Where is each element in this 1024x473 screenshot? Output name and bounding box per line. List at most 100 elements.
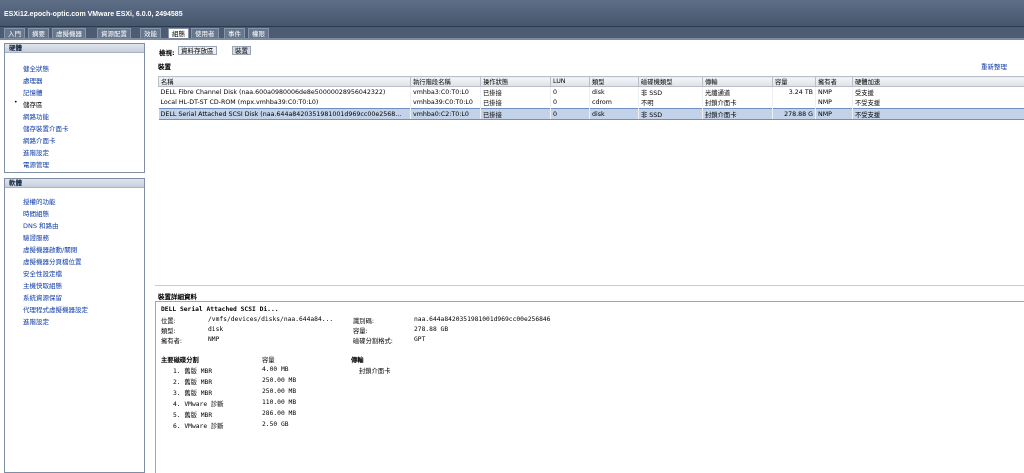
hardware-item-memory[interactable]: 記憶體: [23, 87, 43, 97]
tab-resource-allocation[interactable]: 資源配置: [97, 28, 131, 38]
partition-name: 2. 舊版 MBR: [173, 379, 213, 386]
tab-permissions[interactable]: 權限: [248, 28, 269, 38]
cell-operational-state: 已掛接: [480, 97, 551, 109]
hardware-item-networking[interactable]: 網路功能: [23, 111, 49, 121]
tab-virtual-machines[interactable]: 虛擬機器: [52, 28, 86, 38]
column-header-capacity[interactable]: 容量: [772, 76, 816, 87]
capacity-label: 容量:: [353, 328, 368, 335]
hardware-item-storage-adapters[interactable]: 儲存裝置介面卡: [23, 123, 69, 133]
table-row[interactable]: Local HL-DT-ST CD-ROM (mpx.vmhba39:C0:T0…: [158, 97, 1024, 109]
main-panel: 檢視: 資料存放區 裝置 裝置 重新整理 名稱 執行階段名稱 操作狀態 LUN …: [155, 43, 1024, 473]
partition-size: 4.00 MB: [262, 366, 289, 373]
cell-transport: 封鎖介面卡: [702, 108, 773, 120]
pane-divider[interactable]: [155, 285, 1024, 286]
hardware-item-processors[interactable]: 處理器: [23, 75, 43, 85]
tab-events[interactable]: 事件: [224, 28, 245, 38]
cell-type: disk: [589, 108, 639, 120]
cell-hardware-acceleration: 不受支援: [852, 108, 1024, 120]
cell-type: cdrom: [589, 97, 639, 109]
software-item-vm-swapfile-location[interactable]: 虛擬機器分頁檔位置: [23, 256, 82, 266]
cell-operational-state: 已掛接: [480, 108, 551, 120]
hardware-item-power-management[interactable]: 電源管理: [23, 159, 49, 169]
device-name: DELL Serial Attached SCSI Di...: [161, 306, 279, 313]
devices-heading: 裝置: [158, 63, 171, 71]
software-header: 軟體: [5, 179, 144, 188]
hardware-item-health-status[interactable]: 健全狀態: [23, 63, 49, 73]
software-item-time-configuration[interactable]: 時間組態: [23, 208, 49, 218]
software-item-licensed-features[interactable]: 授權的功能: [23, 196, 56, 206]
partition-name: 5. 舊版 MBR: [173, 412, 213, 419]
partition-format-value: GPT: [414, 336, 426, 343]
column-header-type[interactable]: 類型: [589, 76, 639, 87]
table-header-row: 名稱 執行階段名稱 操作狀態 LUN 類型 磁碟機類型 傳輸 容量 擁有者 硬體…: [158, 76, 1024, 87]
cell-runtime-name: vmhba39:C0:T0:L0: [410, 97, 481, 109]
hardware-item-advanced-settings[interactable]: 進階設定: [23, 147, 49, 157]
cell-transport: 光纖通道: [702, 86, 773, 98]
tab-strip-line: [0, 38, 1024, 40]
tab-users[interactable]: 使用者: [191, 28, 219, 38]
location-value: /vmfs/devices/disks/naa.644a84...: [208, 316, 334, 323]
column-header-owner[interactable]: 擁有者: [815, 76, 853, 87]
software-item-authentication-services[interactable]: 驗證服務: [23, 232, 49, 242]
hardware-item-network-adapters[interactable]: 網路介面卡: [23, 135, 56, 145]
cell-hardware-acceleration: 不受支援: [852, 97, 1024, 109]
column-header-runtime-name[interactable]: 執行階段名稱: [410, 76, 481, 87]
cell-drive-type: 非 SSD: [638, 108, 703, 120]
partition-name: 4. VMware 診斷: [173, 401, 224, 408]
view-datastores-button[interactable]: 資料存放區: [178, 46, 217, 55]
view-devices-button[interactable]: 裝置: [232, 46, 251, 55]
column-header-operational-state[interactable]: 操作狀態: [480, 76, 551, 87]
cell-owner: NMP: [815, 97, 853, 109]
partition-capacity-heading: 容量: [262, 357, 275, 364]
partition-size: 286.00 MB: [262, 410, 297, 417]
partition-size: 110.00 MB: [262, 399, 297, 406]
software-item-system-resource-reservation[interactable]: 系統資源保留: [23, 292, 62, 302]
column-header-hardware-acceleration[interactable]: 硬體加速: [852, 76, 1024, 87]
cell-lun: 0: [550, 108, 590, 120]
cell-drive-type: 非 SSD: [638, 86, 703, 98]
tab-bar: 入門 摘要 虛擬機器 資源配置 效能 組態 使用者 事件 權限: [0, 27, 1024, 38]
partition-name: 3. 舊版 MBR: [173, 390, 213, 397]
owner-label: 擁有者:: [161, 338, 183, 345]
software-item-host-cache-configuration[interactable]: 主機快取組態: [23, 280, 62, 290]
column-header-drive-type[interactable]: 磁碟機類型: [638, 76, 703, 87]
cell-owner: NMP: [815, 108, 853, 120]
software-item-vm-startup-shutdown[interactable]: 虛擬機器啟動/關閉: [23, 244, 77, 254]
transport-heading: 傳輸: [351, 357, 364, 364]
software-section: 軟體 授權的功能 時間組態 DNS 和路由 驗證服務 虛擬機器啟動/關閉 虛擬機…: [4, 178, 145, 473]
transport-value: 封鎖介面卡: [359, 368, 391, 375]
cell-capacity: 278.88 G: [772, 108, 816, 120]
cell-hardware-acceleration: 受支援: [852, 86, 1024, 98]
table-row-selected[interactable]: DELL Serial Attached SCSI Disk (naa.644a…: [158, 108, 1024, 120]
cell-operational-state: 已掛接: [480, 86, 551, 98]
devices-table: 名稱 執行階段名稱 操作狀態 LUN 類型 磁碟機類型 傳輸 容量 擁有者 硬體…: [158, 76, 1024, 120]
software-item-agent-vm-settings[interactable]: 代理程式虛擬機器設定: [23, 304, 88, 314]
column-header-transport[interactable]: 傳輸: [702, 76, 773, 87]
software-item-dns-routing[interactable]: DNS 和路由: [23, 220, 59, 230]
table-row[interactable]: DELL Fibre Channel Disk (naa.600a0980006…: [158, 86, 1024, 98]
tab-summary[interactable]: 摘要: [28, 28, 49, 38]
current-item-bullet: •: [14, 99, 18, 106]
partition-size: 250.00 MB: [262, 377, 297, 384]
device-details-heading: 裝置詳細資料: [158, 293, 197, 301]
column-header-lun[interactable]: LUN: [550, 76, 590, 87]
hardware-item-storage[interactable]: 儲存區: [23, 99, 43, 109]
device-details-panel: DELL Serial Attached SCSI Di... 位置: /vmf…: [155, 301, 1024, 473]
software-item-security-profile[interactable]: 安全性設定檔: [23, 268, 62, 278]
cell-name: DELL Fibre Channel Disk (naa.600a0980006…: [158, 86, 411, 98]
tab-configuration[interactable]: 組態: [168, 28, 189, 38]
capacity-value: 278.88 GB: [414, 326, 449, 333]
software-item-advanced-settings[interactable]: 進階設定: [23, 316, 49, 326]
cell-runtime-name: vmhba3:C0:T0:L0: [410, 86, 481, 98]
view-label: 檢視:: [159, 49, 175, 57]
cell-name: Local HL-DT-ST CD-ROM (mpx.vmhba39:C0:T0…: [158, 97, 411, 109]
tab-performance[interactable]: 效能: [140, 28, 161, 38]
refresh-link[interactable]: 重新整理: [981, 61, 1007, 71]
column-header-name[interactable]: 名稱: [158, 76, 411, 87]
hardware-section: 硬體 健全狀態 處理器 記憶體 • 儲存區 網路功能 儲存裝置介面卡 網路介面卡…: [4, 43, 145, 173]
window-title: ESXi12.epoch-optic.com VMware ESXi, 6.0.…: [4, 11, 183, 18]
partition-size: 2.50 GB: [262, 421, 289, 428]
primary-partitions-heading: 主要磁碟分割: [161, 357, 199, 364]
tab-getting-started[interactable]: 入門: [4, 28, 25, 38]
type-value: disk: [208, 326, 224, 333]
